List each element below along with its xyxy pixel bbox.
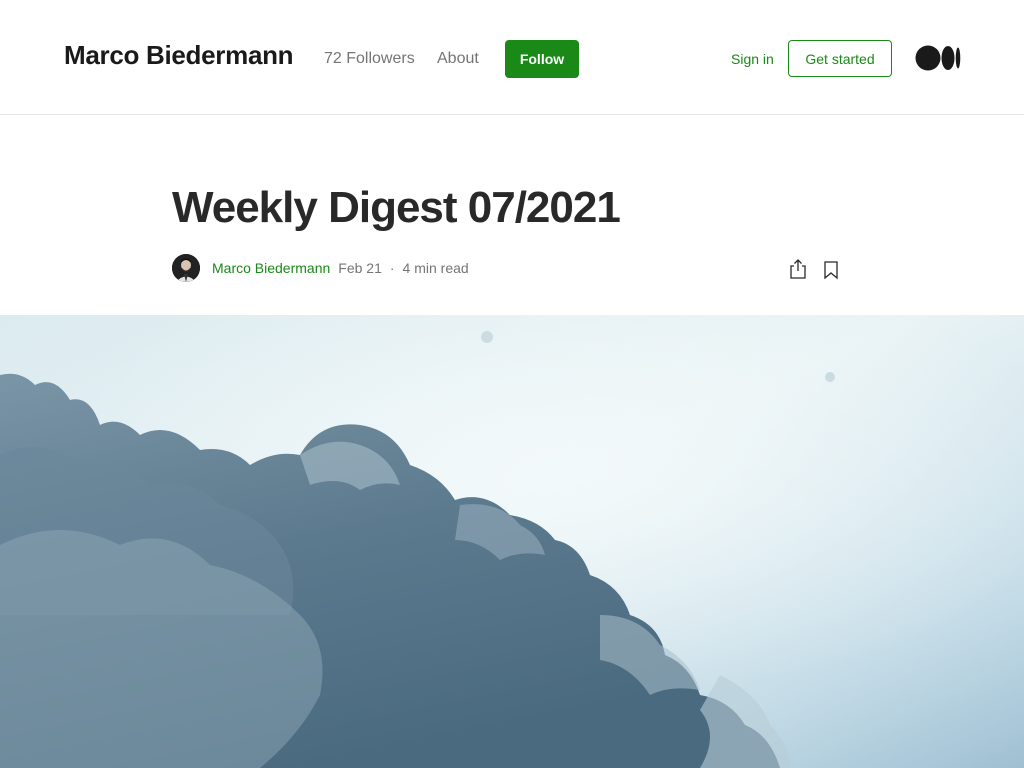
read-time: 4 min read	[402, 260, 469, 276]
medium-logo-icon[interactable]	[915, 45, 961, 71]
meta-separator: ·	[389, 260, 395, 276]
about-link[interactable]: About	[437, 50, 479, 68]
hero-image	[0, 315, 1024, 768]
share-icon[interactable]	[788, 258, 808, 280]
get-started-button[interactable]: Get started	[788, 40, 892, 77]
author-avatar[interactable]	[172, 254, 200, 282]
followers-link[interactable]: 72 Followers	[324, 50, 415, 68]
publication-brand[interactable]: Marco Biedermann	[64, 40, 294, 71]
top-navigation-bar: Marco Biedermann 72 Followers About Foll…	[0, 0, 1024, 115]
publish-date: Feb 21	[338, 260, 382, 276]
article-title: Weekly Digest 07/2021	[172, 183, 621, 232]
sign-in-link[interactable]: Sign in	[731, 51, 774, 67]
bookmark-icon[interactable]	[823, 260, 839, 280]
article-byline: Marco Biedermann Feb 21 · 4 min read	[172, 254, 469, 282]
author-name-link[interactable]: Marco Biedermann	[212, 260, 330, 276]
follow-button[interactable]: Follow	[505, 40, 579, 78]
